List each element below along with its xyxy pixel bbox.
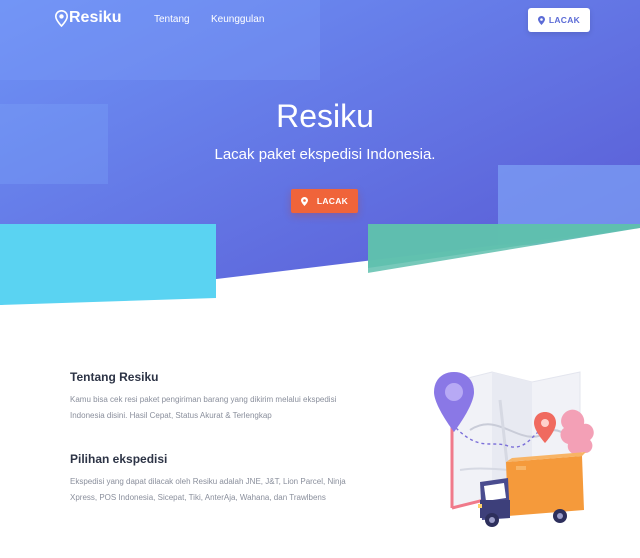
nav-link-keunggulan[interactable]: Keunggulan (211, 14, 264, 25)
about-section: Tentang Resiku Kamu bisa cek resi paket … (70, 370, 370, 424)
couriers-section: Pilihan ekspedisi Ekspedisi yang dapat d… (70, 452, 370, 506)
hero-title: Resiku (276, 98, 374, 134)
location-pin-icon (537, 15, 545, 25)
hero-subtitle: Lacak paket ekspedisi Indonesia. (214, 146, 436, 163)
about-title: Tentang Resiku (70, 370, 159, 384)
location-pin-icon (55, 9, 68, 27)
couriers-title: Pilihan ekspedisi (70, 452, 168, 466)
nav-lacak-label: LACAK (548, 15, 581, 25)
top-navbar: Resiku Tentang Keunggulan LACAK (0, 0, 640, 40)
hero-lacak-label: LACAK (316, 196, 349, 206)
about-text: Kamu bisa cek resi paket pengiriman bara… (70, 395, 337, 420)
brand-name: Resiku (69, 9, 122, 26)
brand-logo[interactable]: Resiku (55, 9, 121, 27)
map-delivery-truck-illustration (434, 371, 594, 527)
couriers-text: Ekspedisi yang dapat dilacak oleh Resiku… (70, 477, 346, 502)
nav-link-tentang[interactable]: Tentang (154, 14, 190, 25)
hero-section: Resiku Tentang Keunggulan LACAK Resiku L… (0, 0, 640, 305)
location-pin-icon (300, 196, 308, 206)
nav-lacak-button[interactable]: LACAK (528, 8, 590, 32)
hero-lacak-button[interactable]: LACAK (291, 189, 358, 213)
